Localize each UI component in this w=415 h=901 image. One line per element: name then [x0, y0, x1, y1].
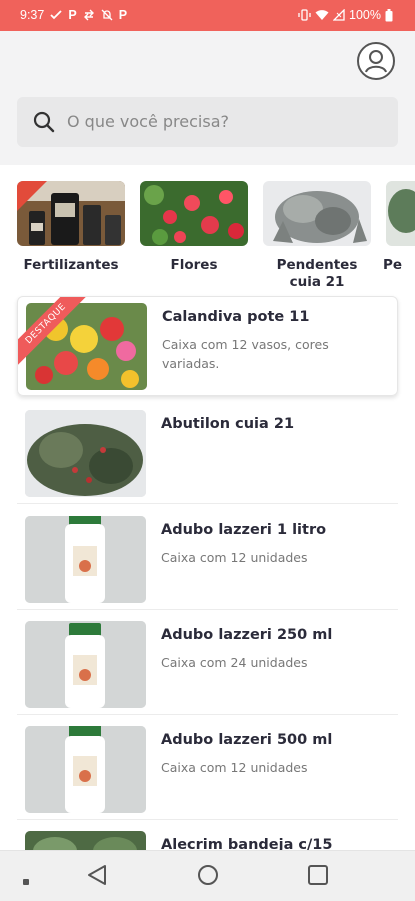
product-description: Caixa com 24 unidades: [161, 655, 308, 670]
featured-ribbon: DESTAQUE: [18, 297, 98, 377]
category-image: [263, 181, 371, 246]
dot-icon: [22, 871, 30, 890]
main-content: Fertilizantes Flores Pendentes cuia 21 P…: [0, 165, 415, 850]
product-title: Alecrim bandeja c/15: [161, 837, 333, 850]
check-icon: [50, 9, 62, 21]
product-description: Caixa com 12 unidades: [161, 550, 308, 565]
product-title: Adubo lazzeri 250 ml: [161, 627, 333, 643]
status-bar: 9:37 P P 100%: [0, 0, 415, 31]
product-item[interactable]: Alecrim bandeja c/15: [17, 825, 398, 850]
product-description: Caixa com 12 vasos, cores variadas.: [162, 337, 329, 371]
status-right: 100%: [298, 8, 393, 22]
category-carousel: Fertilizantes Flores Pendentes cuia 21 P…: [0, 181, 415, 291]
user-circle-icon[interactable]: [357, 42, 395, 80]
product-description: Caixa com 12 unidades: [161, 760, 308, 775]
category-image: [140, 181, 248, 246]
category-image: [386, 181, 415, 246]
product-item[interactable]: Abutilon cuia 21: [17, 404, 398, 504]
recents-square-icon[interactable]: [306, 863, 330, 891]
category-label: Fertilizantes: [23, 257, 119, 273]
system-navigation-bar: [0, 850, 415, 901]
app-notification-icon-2: P: [118, 8, 128, 22]
product-title: Calandiva pote 11: [162, 309, 310, 325]
category-label: Pe: [383, 257, 403, 273]
search-placeholder: O que você precisa?: [67, 112, 229, 131]
search-icon: [33, 111, 55, 137]
home-circle-icon[interactable]: [196, 863, 220, 891]
product-image: [25, 516, 146, 603]
featured-badge: DESTAQUE: [18, 297, 95, 373]
notifications-off-icon: [101, 9, 113, 21]
back-triangle-icon[interactable]: [86, 863, 108, 891]
app-notification-icon: P: [68, 8, 77, 22]
product-image: [25, 726, 146, 813]
product-item[interactable]: Adubo lazzeri 1 litro Caixa com 12 unida…: [17, 510, 398, 610]
transfer-icon: [83, 9, 95, 21]
product-image: [25, 621, 146, 708]
wifi-icon: [315, 9, 329, 21]
product-item[interactable]: Adubo lazzeri 250 ml Caixa com 24 unidad…: [17, 615, 398, 715]
battery-percentage: 100%: [349, 8, 381, 22]
product-title: Adubo lazzeri 1 litro: [161, 522, 327, 538]
search-input[interactable]: O que você precisa?: [17, 97, 398, 147]
status-time: 9:37: [20, 8, 45, 22]
product-image: [25, 410, 146, 497]
category-label: Flores: [170, 257, 218, 273]
vibrate-icon: [298, 9, 311, 21]
product-item-featured[interactable]: DESTAQUE Calandiva pote 11 Caixa com 12 …: [17, 296, 398, 396]
status-left: 9:37 P P: [20, 8, 127, 22]
category-image: [17, 181, 125, 246]
product-item[interactable]: Adubo lazzeri 500 ml Caixa com 12 unidad…: [17, 720, 398, 820]
product-title: Abutilon cuia 21: [161, 416, 295, 432]
signal-icon: [333, 9, 345, 21]
battery-icon: [385, 8, 393, 22]
category-label: Pendentes cuia 21: [276, 257, 358, 290]
product-title: Adubo lazzeri 500 ml: [161, 732, 333, 748]
product-image: [25, 831, 146, 850]
